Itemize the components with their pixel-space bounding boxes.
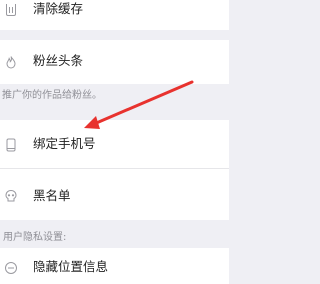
bind-phone-row[interactable]: 绑定手机号 (0, 120, 229, 168)
trash-icon (4, 2, 18, 16)
hide-location-row[interactable]: 隐藏位置信息 (0, 248, 229, 284)
privacy-section-header: 用户隐私设置: (3, 232, 67, 243)
blacklist-row[interactable]: 黑名单 (0, 169, 229, 220)
clear-cache-row[interactable]: 清除缓存 (0, 0, 229, 30)
skull-icon (4, 188, 18, 202)
fans-headline-description: 推广你的作品给粉丝。 (2, 90, 102, 101)
hide-location-label: 隐藏位置信息 (33, 259, 109, 274)
bind-phone-label: 绑定手机号 (33, 136, 96, 151)
fans-headline-label: 粉丝头条 (33, 53, 84, 68)
flame-icon (4, 54, 18, 69)
phone-icon (4, 137, 18, 152)
clear-cache-label: 清除缓存 (33, 1, 84, 16)
fans-headline-row[interactable]: 粉丝头条 (0, 40, 229, 84)
hide-location-icon (4, 260, 18, 274)
blacklist-label: 黑名单 (33, 188, 71, 203)
